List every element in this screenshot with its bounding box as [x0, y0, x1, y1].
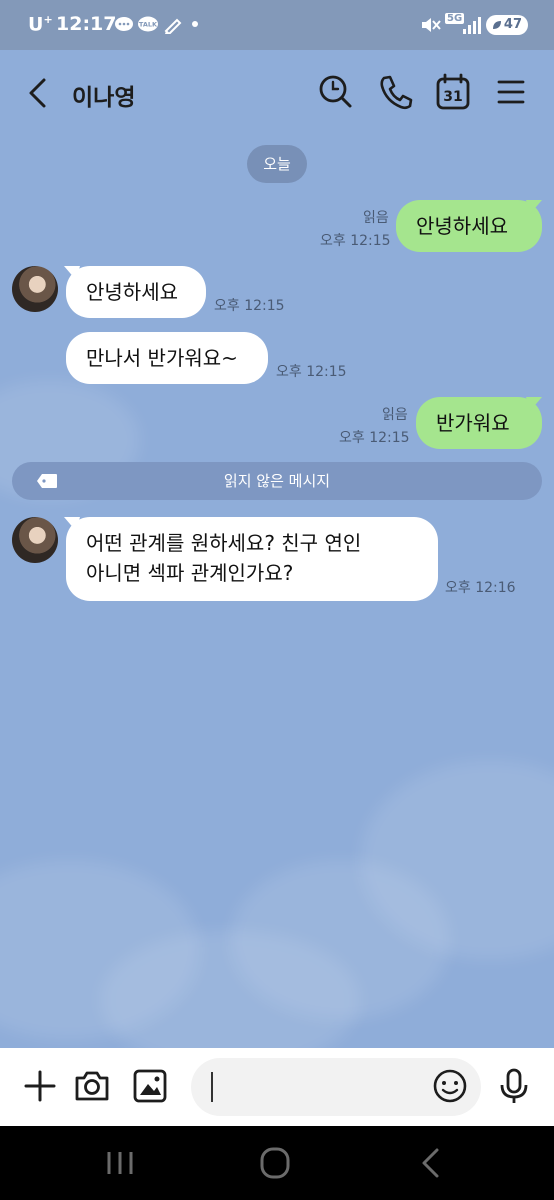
- message-text: 안녕하세요: [86, 280, 178, 304]
- talk-badge-text: TALK: [139, 21, 158, 29]
- calendar-icon[interactable]: 31: [433, 72, 473, 112]
- emoji-icon[interactable]: [430, 1066, 470, 1106]
- search-icon[interactable]: [316, 72, 356, 112]
- read-receipt: 읽음: [382, 407, 408, 423]
- bubble-tail: [64, 266, 80, 280]
- unread-label: 읽지 않은 메시지: [223, 472, 331, 490]
- camera-icon[interactable]: [72, 1066, 112, 1106]
- message-text-line-1: 어떤 관계를 원하세요? 친구 연인: [86, 531, 362, 555]
- chat-header: 이나영 31: [0, 50, 554, 136]
- menu-icon[interactable]: [491, 72, 531, 112]
- message-time: 오후 12:15: [276, 364, 347, 380]
- chat-notification-icon: [115, 17, 133, 31]
- tag-icon: [37, 474, 57, 488]
- avatar[interactable]: [12, 517, 58, 563]
- battery-indicator: 47: [486, 15, 528, 35]
- bubble-tail: [526, 200, 542, 214]
- carrier-label: U+: [28, 13, 53, 36]
- text-caret: [211, 1072, 213, 1102]
- chat-title: 이나영: [72, 85, 136, 111]
- unread-divider: 읽지 않은 메시지: [12, 462, 542, 500]
- recent-apps-icon[interactable]: [100, 1146, 140, 1180]
- message-text: 안녕하세요: [416, 214, 508, 238]
- read-receipt: 읽음: [363, 210, 389, 226]
- home-icon[interactable]: [255, 1146, 295, 1180]
- message-time: 오후 12:15: [320, 233, 391, 249]
- their-message-bubble[interactable]: 안녕하세요: [66, 266, 206, 318]
- notification-dot: [192, 21, 198, 27]
- my-message-bubble[interactable]: 안녕하세요: [396, 200, 542, 252]
- their-message-bubble[interactable]: 어떤 관계를 원하세요? 친구 연인 아니면 섹파 관계인가요?: [66, 517, 438, 601]
- gallery-icon[interactable]: [130, 1066, 170, 1106]
- system-nav-bar: [0, 1126, 554, 1200]
- date-divider: 오늘: [247, 145, 307, 183]
- bubble-tail: [526, 397, 542, 411]
- mute-icon: [422, 18, 441, 32]
- signal-icon: [463, 17, 481, 34]
- their-message-bubble[interactable]: 만나서 반가워요~: [66, 332, 268, 384]
- calendar-day-label: 31: [443, 89, 462, 105]
- battery-level: 47: [503, 17, 522, 32]
- message-text: 만나서 반가워요~: [86, 346, 238, 370]
- phone-icon[interactable]: [376, 72, 416, 112]
- message-time: 오후 12:15: [214, 298, 285, 314]
- status-time: 12:17: [56, 13, 117, 35]
- pen-notification-icon: [164, 18, 182, 34]
- message-text-line-2: 아니면 섹파 관계인가요?: [86, 561, 294, 585]
- battery-saver-icon: [493, 21, 501, 29]
- plus-icon[interactable]: [20, 1066, 60, 1106]
- bubble-tail: [64, 517, 80, 531]
- avatar[interactable]: [12, 266, 58, 312]
- message-time: 오후 12:16: [445, 580, 516, 596]
- back-nav-icon[interactable]: [410, 1146, 450, 1180]
- my-message-bubble[interactable]: 반가워요: [416, 397, 542, 449]
- mic-icon[interactable]: [494, 1066, 534, 1106]
- back-icon[interactable]: [22, 74, 56, 112]
- input-bar: [0, 1048, 554, 1126]
- talk-notification-icon: TALK: [138, 16, 158, 32]
- status-bar: U+ 12:17 TALK 5G 47: [0, 0, 554, 50]
- message-text: 반가워요: [436, 411, 510, 435]
- message-time: 오후 12:15: [339, 430, 410, 446]
